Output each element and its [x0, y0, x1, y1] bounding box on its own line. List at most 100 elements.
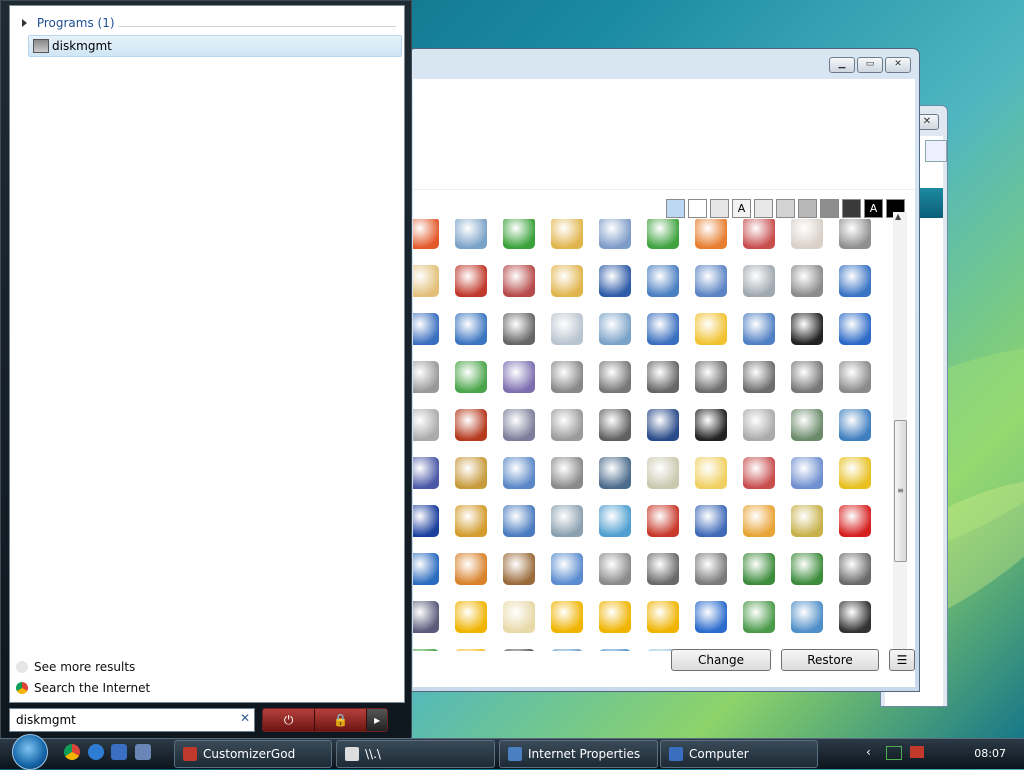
resource-icon[interactable] [743, 553, 775, 585]
resource-icon[interactable] [413, 457, 439, 489]
search-result-item[interactable]: diskmgmt [28, 35, 402, 57]
resource-icon[interactable] [455, 361, 487, 393]
close-button[interactable]: ✕ [885, 57, 911, 73]
resource-icon[interactable] [455, 601, 487, 633]
resource-icon[interactable] [551, 457, 583, 489]
background-swatch[interactable] [666, 199, 685, 218]
resource-icon[interactable] [839, 313, 871, 345]
resource-icon[interactable] [791, 265, 823, 297]
resource-icon[interactable] [695, 601, 727, 633]
clock[interactable]: 08:07 [974, 747, 1006, 760]
resource-icon[interactable] [551, 409, 583, 441]
resource-icon[interactable] [791, 553, 823, 585]
resource-icon[interactable] [503, 265, 535, 297]
resource-icon[interactable] [413, 313, 439, 345]
resource-icon[interactable] [551, 313, 583, 345]
resource-icon[interactable] [791, 457, 823, 489]
see-more-results-link[interactable]: See more results [16, 660, 135, 674]
resource-icon[interactable] [503, 219, 535, 249]
resource-icon[interactable] [791, 505, 823, 537]
background-swatch[interactable] [798, 199, 817, 218]
resource-icon[interactable] [791, 219, 823, 249]
customizer-window[interactable]: ▁ ▭ ✕ AA ▲ ≡ ▼ Change Restore ☰ [408, 48, 920, 692]
tray-expand-icon[interactable]: ‹ [866, 745, 871, 759]
taskbar-task-button[interactable]: Internet Properties [499, 740, 658, 768]
start-button[interactable] [6, 734, 50, 770]
taskbar-task-button[interactable]: \\.\ [336, 740, 495, 768]
resource-icon[interactable] [743, 505, 775, 537]
resource-icon[interactable] [695, 553, 727, 585]
resource-icon[interactable] [551, 649, 583, 651]
resource-icon[interactable] [695, 457, 727, 489]
resource-icon[interactable] [503, 409, 535, 441]
background-swatch[interactable] [820, 199, 839, 218]
resource-icon[interactable] [743, 361, 775, 393]
resource-icon[interactable] [503, 313, 535, 345]
resource-icon[interactable] [455, 457, 487, 489]
search-icon[interactable] [925, 140, 947, 162]
resource-icon[interactable] [839, 409, 871, 441]
scroll-thumb[interactable]: ≡ [894, 420, 907, 562]
resource-icon[interactable] [647, 409, 679, 441]
resource-icon[interactable] [839, 457, 871, 489]
clear-search-icon[interactable]: ✕ [240, 711, 250, 725]
resource-icon[interactable] [551, 265, 583, 297]
resource-icon[interactable] [647, 361, 679, 393]
maximize-button[interactable]: ▭ [857, 57, 883, 73]
resource-icon[interactable] [503, 553, 535, 585]
resource-icon[interactable] [839, 361, 871, 393]
scrollbar[interactable]: ▲ ≡ ▼ [893, 212, 907, 657]
show-desktop-icon[interactable] [111, 744, 127, 760]
resource-icon[interactable] [743, 313, 775, 345]
resource-icon[interactable] [455, 219, 487, 249]
start-search-box[interactable]: ✕ [9, 708, 255, 732]
resource-icon[interactable] [413, 649, 439, 651]
resource-icon[interactable] [413, 219, 439, 249]
network-icon[interactable] [886, 746, 902, 760]
resource-icon[interactable] [695, 219, 727, 249]
resource-icon[interactable] [647, 505, 679, 537]
resource-icon[interactable] [743, 265, 775, 297]
resource-icon[interactable] [599, 457, 631, 489]
resource-icon[interactable] [413, 505, 439, 537]
lock-button[interactable]: 🔒 [315, 709, 368, 731]
resource-icon[interactable] [647, 601, 679, 633]
power-options-arrow[interactable]: ▸ [367, 709, 387, 731]
resource-icon[interactable] [599, 313, 631, 345]
resource-icon[interactable] [413, 553, 439, 585]
resource-icon[interactable] [839, 219, 871, 249]
resource-icon[interactable] [551, 553, 583, 585]
resource-icon[interactable] [839, 505, 871, 537]
resource-icon[interactable] [599, 265, 631, 297]
resource-icon[interactable] [503, 649, 535, 651]
resource-icon[interactable] [647, 219, 679, 249]
switch-windows-icon[interactable] [135, 744, 151, 760]
background-swatch[interactable] [688, 199, 707, 218]
resource-icon[interactable] [695, 409, 727, 441]
resource-icon[interactable] [551, 361, 583, 393]
background-swatch[interactable] [710, 199, 729, 218]
resource-icon[interactable] [455, 313, 487, 345]
resource-icon[interactable] [839, 553, 871, 585]
resource-icon[interactable] [647, 553, 679, 585]
resource-icon[interactable] [791, 409, 823, 441]
resource-icon[interactable] [455, 409, 487, 441]
scroll-up-arrow[interactable]: ▲ [895, 212, 901, 221]
resource-icon[interactable] [695, 505, 727, 537]
internet-explorer-icon[interactable] [88, 744, 104, 760]
resource-icon[interactable] [503, 505, 535, 537]
resource-icon[interactable] [839, 601, 871, 633]
resource-icon[interactable] [455, 505, 487, 537]
background-swatch[interactable] [754, 199, 773, 218]
programs-group-header[interactable]: Programs (1) [22, 16, 115, 30]
volume-icon[interactable] [910, 746, 924, 758]
resource-icon[interactable] [551, 505, 583, 537]
resource-icon[interactable] [695, 313, 727, 345]
chrome-icon[interactable] [64, 744, 80, 760]
resource-icon[interactable] [791, 361, 823, 393]
resource-icon[interactable] [791, 313, 823, 345]
resource-icon[interactable] [599, 361, 631, 393]
resource-icon[interactable] [455, 553, 487, 585]
background-swatch[interactable] [776, 199, 795, 218]
resource-icon[interactable] [599, 601, 631, 633]
